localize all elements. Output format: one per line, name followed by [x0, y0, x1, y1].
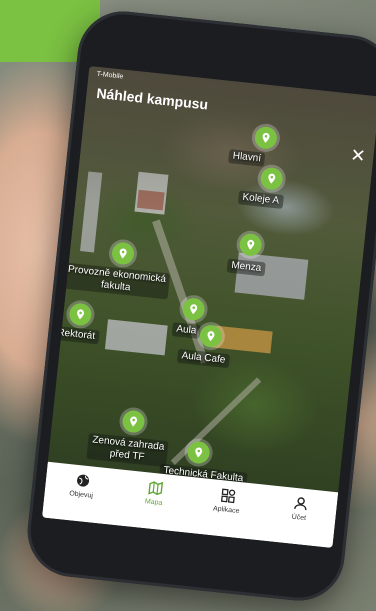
- app-screen: T-Mobile Náhled kampusu ✕ Hlavní Koleje …: [41, 65, 376, 549]
- location-icon: [77, 309, 85, 320]
- tab-objevuj[interactable]: Objevuj: [51, 470, 113, 501]
- user-icon: [292, 496, 308, 515]
- phone-frame: T-Mobile Náhled kampusu ✕ Hlavní Koleje …: [23, 6, 376, 606]
- apps-icon: [220, 488, 236, 507]
- close-icon[interactable]: ✕: [349, 145, 366, 166]
- map-icon: [147, 480, 163, 499]
- location-icon: [247, 239, 255, 250]
- tab-ucet[interactable]: Účet: [269, 493, 331, 524]
- tab-label-mapa: Mapa: [144, 498, 163, 507]
- tab-label-ucet: Účet: [291, 513, 307, 523]
- tab-label-objevuj: Objevuj: [68, 490, 94, 500]
- globe-icon: [74, 473, 90, 492]
- location-icon: [130, 416, 138, 427]
- tab-aplikace[interactable]: Aplikace: [196, 486, 258, 517]
- location-icon: [207, 331, 215, 342]
- pin-label-zenova-line2: před TF: [109, 448, 145, 463]
- pin-label-pef-line2: fakulta: [100, 279, 131, 294]
- location-icon: [268, 173, 276, 184]
- tab-mapa[interactable]: Mapa: [123, 478, 185, 509]
- location-icon: [190, 304, 198, 315]
- tab-label-aplikace: Aplikace: [212, 505, 240, 516]
- pin-label-aula: Aula: [171, 322, 201, 339]
- location-icon: [262, 132, 270, 143]
- location-icon: [119, 248, 127, 259]
- location-icon: [195, 447, 203, 458]
